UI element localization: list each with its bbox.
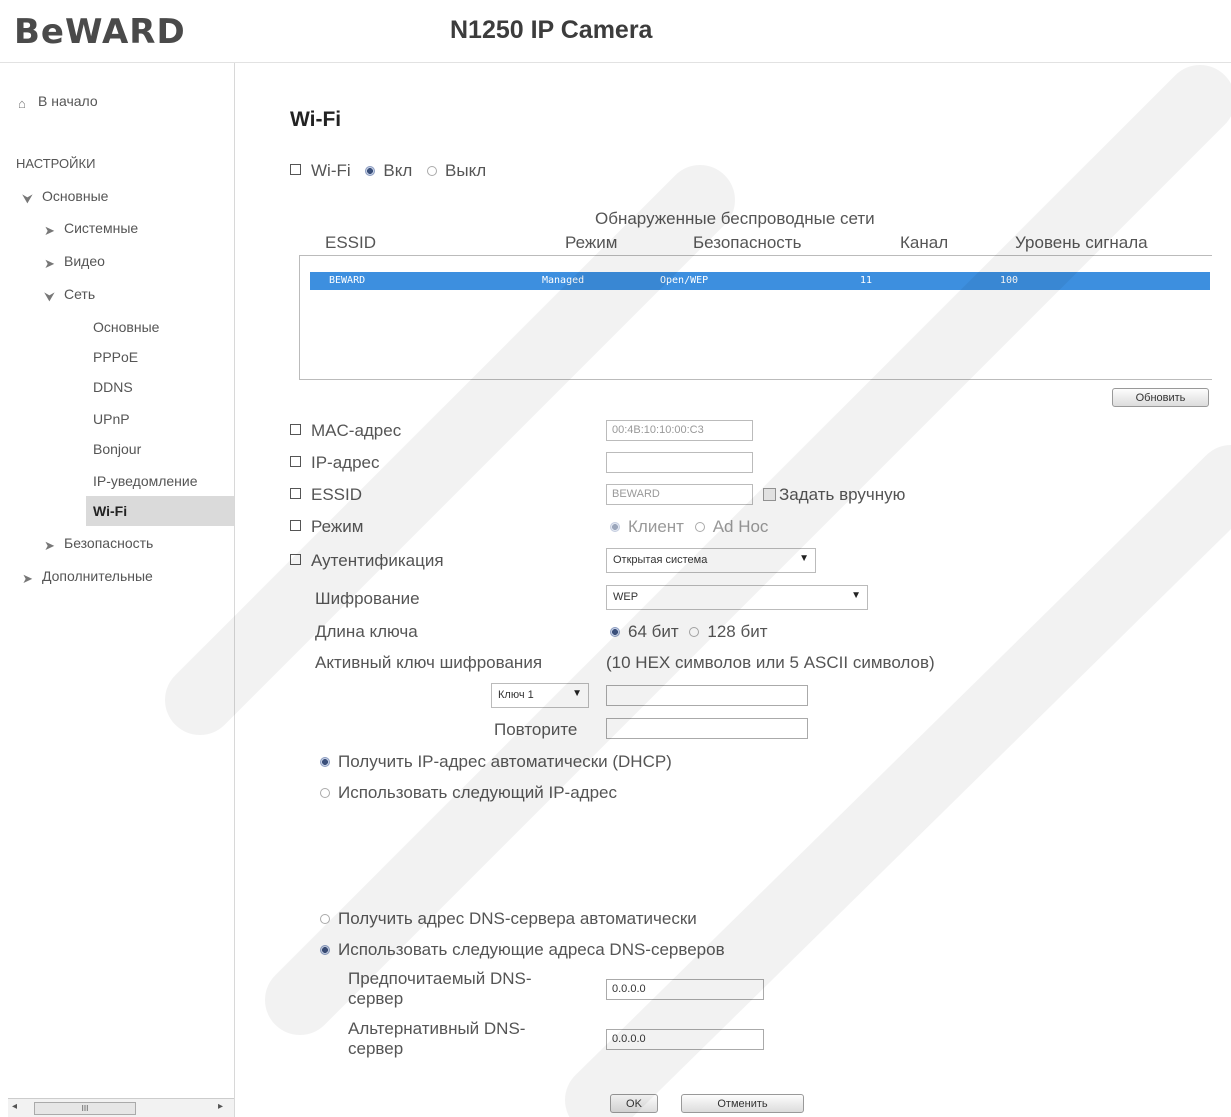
sidebar-item-bonjour[interactable]: Bonjour [93,441,141,457]
app-header: BeWARD N1250 IP Camera [0,0,1231,63]
collapsed-folder-icon: ➤ [22,571,33,586]
sidebar-item-home[interactable]: ⌂ В начало [18,93,98,111]
mac-label: MAC-адрес [290,421,401,441]
essid-field[interactable]: BEWARD [606,484,753,505]
manual-essid-checkbox[interactable]: Задать вручную [763,485,905,505]
sidebar-item-upnp[interactable]: UPnP [93,411,130,427]
network-essid: BEWARD [329,275,366,286]
settings-section-header: НАСТРОЙКИ [16,156,96,171]
active-key-label: Активный ключ шифрования [315,653,543,672]
bullet-icon [290,488,301,499]
checkbox-icon[interactable] [763,488,776,501]
bullet-icon [290,164,301,175]
scroll-left-icon[interactable]: ◂ [12,1101,17,1112]
collapsed-folder-icon: ➤ [44,223,55,238]
dns-preferred-label: Предпочитаемый DNS-сервер [348,969,532,1008]
column-signal: Уровень сигнала [1015,233,1148,252]
scroll-thumb[interactable]: III [34,1102,136,1115]
keylen-64-radio[interactable] [610,627,620,637]
repeat-label: Повторите [494,720,578,739]
dns-manual-option[interactable]: Использовать следующие адреса DNS-сервер… [320,940,725,960]
sidebar-item-wifi[interactable]: Wi-Fi [86,496,234,526]
sidebar: ⌂ В начало НАСТРОЙКИ ⮟ Основные ➤ Системные… [8,63,235,1117]
collapsed-folder-icon: ➤ [44,256,55,271]
main-content: Wi-Fi Wi-Fi Вкл Выкл Обнаруженные беспро… [235,63,1231,1117]
sidebar-item-ip-notification[interactable]: IP-уведомление [93,473,198,489]
essid-label: ESSID [290,485,362,505]
key-length-options: 64 бит 128 бит [610,622,768,642]
column-mode: Режим [565,233,618,252]
home-icon: ⌂ [18,96,26,111]
collapsed-folder-icon: ➤ [44,538,55,553]
bullet-icon [290,456,301,467]
column-essid: ESSID [325,233,377,252]
encryption-label: Шифрование [315,589,420,608]
network-signal: 100 [1000,275,1019,286]
bullet-icon [290,424,301,435]
expanded-folder-icon: ⮟ [44,289,56,304]
repeat-key-input[interactable] [606,718,808,739]
dhcp-option[interactable]: Получить IP-адрес автоматически (DHCP) [320,752,672,772]
key-input[interactable] [606,685,808,706]
networks-caption: Обнаруженные беспроводные сети [595,209,875,228]
ip-label: IP-адрес [290,453,380,473]
static-ip-option[interactable]: Использовать следующий IP-адрес [320,783,617,803]
encryption-select[interactable]: WEP ▼ [606,585,868,610]
cancel-button[interactable]: Отменить [681,1094,804,1113]
refresh-button[interactable]: Обновить [1112,388,1209,407]
sidebar-item-security[interactable]: ➤ Безопасность [44,535,153,553]
dropdown-arrow-icon: ▼ [572,688,582,699]
sidebar-item-video[interactable]: ➤ Видео [44,253,105,271]
dns-manual-radio[interactable] [320,945,330,955]
ok-button[interactable]: OK [610,1094,658,1113]
page-title: Wi-Fi [290,108,342,131]
network-mode: Managed [542,275,585,286]
sidebar-item-ddns[interactable]: DDNS [93,379,133,395]
ip-field [606,452,753,473]
column-security: Безопасность [693,233,802,252]
sidebar-horizontal-scrollbar[interactable]: ◂ III ▸ [8,1098,234,1117]
wifi-off-radio[interactable] [427,166,438,176]
static-ip-radio[interactable] [320,788,330,798]
key-select[interactable]: Ключ 1 ▼ [491,683,589,708]
auth-select[interactable]: Открытая система ▼ [606,548,816,573]
sidebar-item-network-basic[interactable]: Основные [93,319,159,335]
sidebar-item-system[interactable]: ➤ Системные [44,220,138,238]
dns-auto-option[interactable]: Получить адрес DNS-сервера автоматически [320,909,697,929]
networks-list[interactable]: BEWARD Managed Open/WEP 11 100 [299,255,1212,380]
dropdown-arrow-icon: ▼ [851,590,861,601]
key-length-label: Длина ключа [315,622,418,641]
active-key-hint: (10 HEX символов или 5 ASCII символов) [606,653,935,672]
mode-adhoc-radio[interactable] [694,522,705,532]
mode-client-radio[interactable] [610,522,620,532]
dns-preferred-input[interactable]: 0.0.0.0 [606,979,764,1000]
mode-label: Режим [290,517,363,537]
bullet-icon [290,520,301,531]
dropdown-arrow-icon: ▼ [799,553,809,564]
wifi-on-radio[interactable] [365,166,376,176]
mac-field: 00:4B:10:10:00:C3 [606,420,753,441]
expanded-folder-icon: ⮟ [22,191,34,206]
dhcp-radio[interactable] [320,757,330,767]
network-channel: 11 [860,275,873,286]
bullet-icon [290,554,301,565]
sidebar-item-advanced[interactable]: ➤ Дополнительные [22,568,153,586]
beward-logo: BeWARD [14,12,186,52]
dns-auto-radio[interactable] [320,914,330,924]
dns-alternate-label: Альтернативный DNS-сервер [348,1019,526,1058]
sidebar-item-network[interactable]: ⮟ Сеть [44,286,95,304]
network-row[interactable]: BEWARD Managed Open/WEP 11 100 [310,272,1210,290]
keylen-128-radio[interactable] [689,627,700,637]
camera-title: N1250 IP Camera [450,16,653,44]
auth-label: Аутентификация [290,551,444,571]
network-security: Open/WEP [660,275,709,286]
dns-alternate-input[interactable]: 0.0.0.0 [606,1029,764,1050]
mode-options: Клиент Ad Hoc [610,517,768,537]
scroll-right-icon[interactable]: ▸ [218,1101,223,1112]
column-channel: Канал [900,233,949,252]
wifi-toggle-row: Wi-Fi Вкл Выкл [290,161,486,181]
sidebar-item-basic[interactable]: ⮟ Основные [22,188,108,206]
sidebar-item-pppoe[interactable]: PPPoE [93,349,138,365]
